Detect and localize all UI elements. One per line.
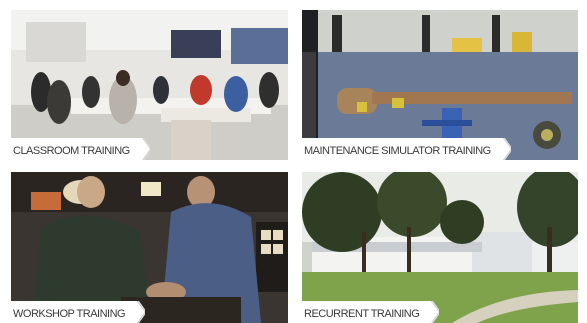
- tile-caption: RECURRENT TRAINING: [302, 301, 440, 323]
- tile-caption: CLASSROOM TRAINING: [11, 138, 150, 160]
- caption-tab-shape: [131, 301, 146, 323]
- tile-workshop-training[interactable]: WORKSHOP TRAINING: [11, 172, 288, 323]
- caption-text: WORKSHOP TRAINING: [11, 301, 132, 323]
- tile-maintenance-simulator-training[interactable]: MAINTENANCE SIMULATOR TRAINING: [302, 10, 578, 160]
- tile-caption: WORKSHOP TRAINING: [11, 301, 146, 323]
- caption-text: CLASSROOM TRAINING: [11, 138, 136, 160]
- tile-classroom-training[interactable]: CLASSROOM TRAINING: [11, 10, 288, 160]
- tile-caption: MAINTENANCE SIMULATOR TRAINING: [302, 138, 511, 160]
- caption-text: RECURRENT TRAINING: [302, 301, 426, 323]
- caption-tab-shape: [496, 138, 511, 160]
- caption-tab-shape: [135, 138, 150, 160]
- caption-text: MAINTENANCE SIMULATOR TRAINING: [302, 138, 497, 160]
- tile-recurrent-training[interactable]: RECURRENT TRAINING: [302, 172, 578, 323]
- caption-tab-shape: [425, 301, 440, 323]
